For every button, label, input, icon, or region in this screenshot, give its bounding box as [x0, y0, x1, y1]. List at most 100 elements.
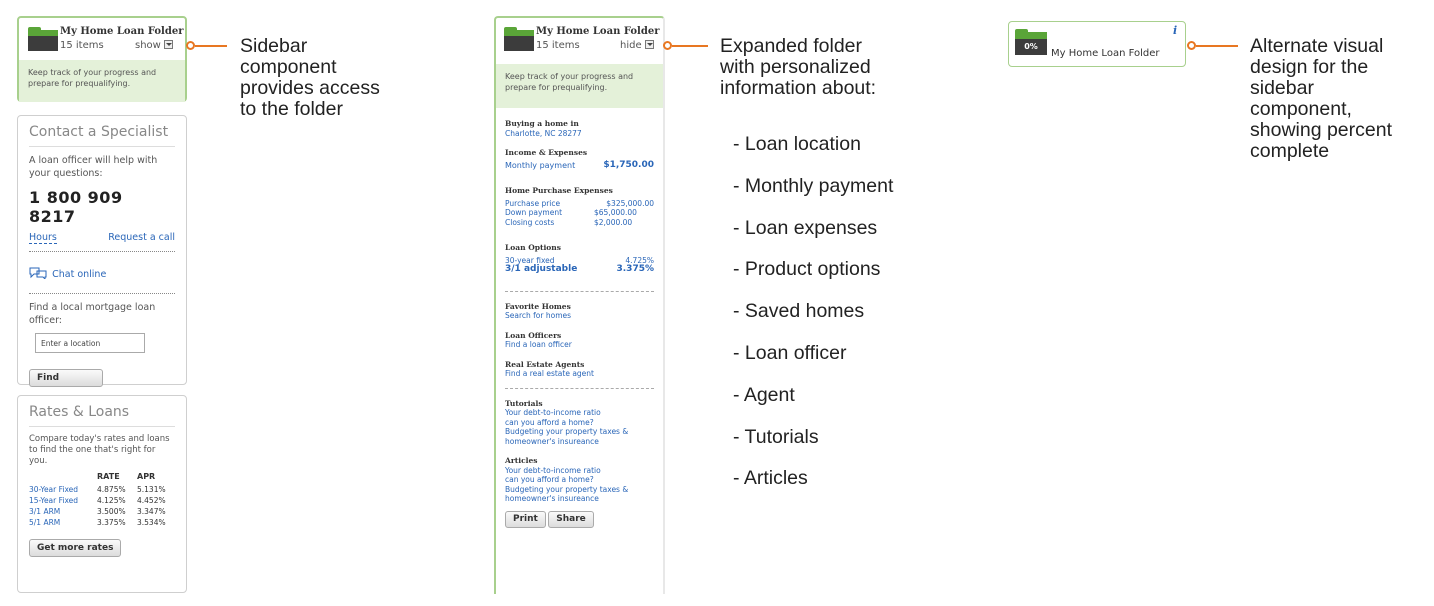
alternate-callout: Alternate visual design for the sidebar …: [1250, 35, 1393, 162]
folder-note: Keep track of your progress and prepare …: [19, 60, 185, 102]
phone-number: 1 800 909 8217: [29, 188, 123, 226]
loan-rate: 3.500%: [97, 507, 126, 516]
print-label: Print: [513, 513, 538, 524]
request-call-link[interactable]: Request a call: [108, 232, 175, 244]
article-link[interactable]: Your debt-to-income ratio: [505, 466, 654, 476]
table-row[interactable]: 5/1 ARM 3.375% 3.534%: [29, 517, 168, 528]
table-row[interactable]: 3/1 ARM 3.500% 3.347%: [29, 506, 168, 517]
callout-dot: [1187, 41, 1196, 50]
find-label: Find: [37, 373, 60, 383]
percent-complete-badge: 0%: [1015, 39, 1047, 55]
article-link[interactable]: homeowner's insureance: [505, 494, 654, 504]
print-button[interactable]: Print: [505, 510, 546, 528]
loan-option-value: 3.375%: [616, 264, 655, 274]
bullet-item: - Loan expenses: [733, 216, 878, 239]
tutorial-link[interactable]: Budgeting your property taxes &: [505, 427, 654, 437]
article-link[interactable]: can you afford a home?: [505, 475, 654, 485]
table-row[interactable]: 30-Year Fixed 4.875% 5.131%: [29, 484, 168, 495]
find-loan-officer-link[interactable]: Find a loan officer: [505, 340, 654, 350]
sidebar-folder-expanded[interactable]: My Home Loan Folder 15 items hide Keep t…: [494, 16, 665, 594]
folder-title: My Home Loan Folder: [60, 26, 184, 37]
loan-apr: 3.534%: [137, 518, 166, 527]
down-payment-label: Down payment: [505, 208, 563, 217]
income-heading: Income & Expenses: [505, 148, 588, 157]
search-homes-link[interactable]: Search for homes: [505, 311, 654, 321]
loan-rate: 3.375%: [97, 518, 126, 527]
divider: [29, 251, 175, 252]
bullet-item: - Monthly payment: [733, 174, 894, 197]
closing-costs-value: $2,000.00: [594, 217, 633, 227]
share-button[interactable]: Share: [548, 510, 594, 528]
loan-name[interactable]: 15-Year Fixed: [29, 495, 97, 506]
tutorials-heading: Tutorials: [505, 398, 543, 408]
tutorial-link[interactable]: homeowner's insureance: [505, 437, 654, 447]
get-more-rates-label: Get more rates: [37, 543, 114, 553]
callout-connector: [195, 45, 227, 47]
purchase-heading: Home Purchase Expenses: [505, 186, 613, 195]
callout-connector: [672, 45, 708, 47]
sidebar-folder-compact[interactable]: 0% My Home Loan Folder i: [1008, 21, 1186, 67]
rates-intro: Compare today's rates and loans to find …: [29, 434, 170, 466]
tutorial-link[interactable]: Your debt-to-income ratio: [505, 408, 654, 418]
hide-label: hide: [620, 40, 642, 51]
callout-connector: [1196, 45, 1238, 47]
find-agent-link[interactable]: Find a real estate agent: [505, 369, 654, 379]
show-toggle[interactable]: show: [135, 40, 173, 51]
favorite-homes-heading: Favorite Homes: [505, 301, 571, 311]
expanded-callout: Expanded folder with personalized inform…: [720, 35, 877, 99]
folder-item-count: 15 items: [60, 40, 104, 51]
loan-rate: 4.875%: [97, 485, 126, 494]
loan-name[interactable]: 3/1 ARM: [29, 506, 97, 517]
tutorial-link[interactable]: can you afford a home?: [505, 418, 654, 428]
folder-item-count: 15 items: [536, 40, 580, 51]
sidebar-callout: Sidebar component provides access to the…: [240, 35, 380, 120]
find-button[interactable]: Find: [29, 369, 103, 387]
loan-option-row[interactable]: 3/1 adjustable 3.375%: [505, 264, 655, 275]
share-label: Share: [556, 513, 586, 524]
hours-link[interactable]: Hours: [29, 232, 57, 244]
sidebar-folder-collapsed[interactable]: My Home Loan Folder 15 items show Keep t…: [17, 16, 187, 102]
info-icon[interactable]: i: [1173, 24, 1177, 37]
bullet-item: - Agent: [733, 383, 795, 406]
divider: [505, 387, 654, 389]
monthly-payment-row[interactable]: Monthly payment $1,750.00: [505, 159, 654, 171]
hide-toggle[interactable]: hide: [620, 40, 654, 51]
bullet-item: - Loan location: [733, 133, 861, 155]
loan-name[interactable]: 5/1 ARM: [29, 517, 97, 528]
callout-dot: [663, 41, 672, 50]
loan-name[interactable]: 30-Year Fixed: [29, 484, 97, 495]
chevron-up-icon[interactable]: [644, 40, 654, 49]
rates-loans-card: Rates & Loans Compare today's rates and …: [17, 395, 187, 593]
buying-location[interactable]: Charlotte, NC 28277: [505, 129, 654, 139]
loan-officers-heading: Loan Officers: [505, 330, 562, 340]
rate-header: RATE: [97, 472, 120, 481]
down-payment-value: $65,000.00: [594, 208, 637, 217]
expanded-bullet-list: - Loan location - Monthly payment - Loan…: [733, 133, 893, 509]
rates-title: Rates & Loans: [29, 404, 175, 427]
contact-specialist-card: Contact a Specialist A loan officer will…: [17, 115, 187, 387]
folder-details: Buying a home in Charlotte, NC 28277 Inc…: [496, 108, 663, 536]
bullet-item: - Loan officer: [733, 341, 847, 364]
folder-icon: [28, 27, 58, 51]
bullet-item: - Saved homes: [733, 300, 865, 323]
monthly-payment-label: Monthly payment: [505, 160, 576, 170]
monthly-payment-value: $1,750.00: [603, 159, 654, 170]
chat-online-link[interactable]: Chat online: [29, 262, 175, 281]
purchase-price-label: Purchase price: [505, 198, 561, 208]
purchase-price-value: $325,000.00: [606, 198, 654, 208]
closing-costs-row[interactable]: Closing costs $2,000.00: [505, 218, 654, 228]
purchase-price-row[interactable]: Purchase price $325,000.00: [505, 199, 654, 209]
show-label: show: [135, 40, 161, 51]
bullet-item: - Product options: [733, 258, 881, 281]
callout-dot: [186, 41, 195, 50]
articles-heading: Articles: [505, 456, 538, 465]
find-officer-text: Find a local mortgage loan officer:: [29, 302, 156, 326]
agents-heading: Real Estate Agents: [505, 359, 585, 369]
loan-rate: 4.125%: [97, 496, 126, 505]
down-payment-row[interactable]: Down payment $65,000.00: [505, 208, 654, 218]
table-row[interactable]: 15-Year Fixed 4.125% 4.452%: [29, 495, 168, 506]
article-link[interactable]: Budgeting your property taxes &: [505, 485, 654, 495]
get-more-rates-button[interactable]: Get more rates: [29, 539, 122, 557]
chevron-down-icon[interactable]: [163, 40, 173, 49]
location-input[interactable]: Enter a location: [35, 333, 145, 353]
